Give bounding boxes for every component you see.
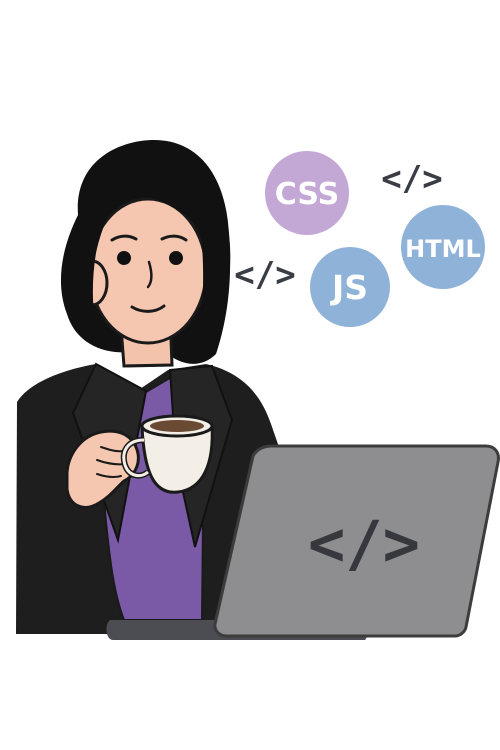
html-badge: HTML [401, 205, 485, 289]
html-badge-label: HTML [405, 235, 481, 263]
eye-right [169, 251, 183, 265]
css-badge-label: CSS [275, 177, 339, 212]
js-badge-label: JS [330, 268, 368, 307]
code-tag-left: </> [234, 255, 295, 295]
laptop-code-tag: </> [308, 507, 420, 580]
developer-illustration: CSS HTML JS </> </> </> [16, 140, 500, 640]
code-tag-top: </> [381, 159, 442, 199]
face [88, 197, 208, 345]
css-badge: CSS [265, 151, 349, 235]
eye-left [117, 251, 131, 265]
js-badge: JS [310, 247, 390, 327]
